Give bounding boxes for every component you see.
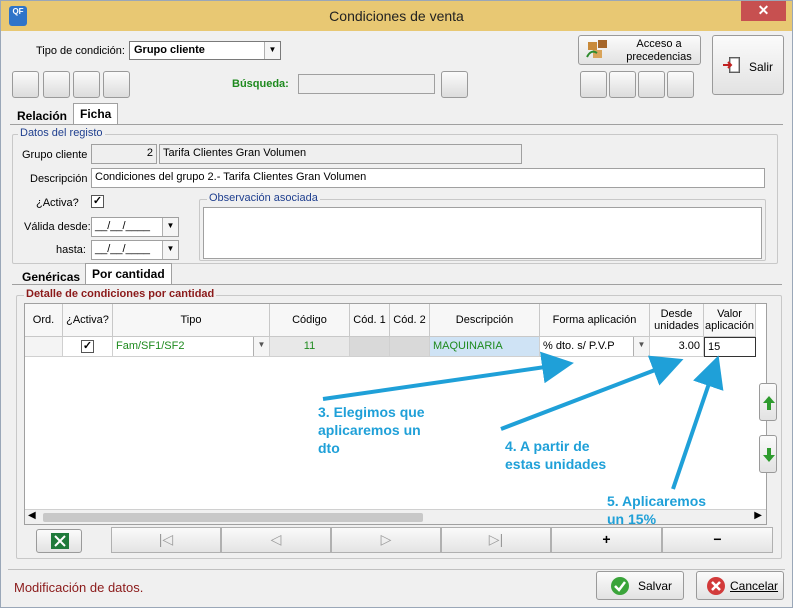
annotation-5: 5. Aplicaremos un 15% bbox=[607, 493, 707, 527]
arrow-4 bbox=[500, 355, 684, 431]
arrow-5 bbox=[671, 355, 724, 490]
annotation-4: 4. A partir de estas unidades bbox=[505, 438, 607, 472]
annotation-3: 3. Elegimos que aplicaremos un dto bbox=[318, 404, 425, 456]
window: QF Condiciones de venta ✕ Tipo de condic… bbox=[0, 0, 793, 608]
arrow-3 bbox=[322, 351, 574, 401]
